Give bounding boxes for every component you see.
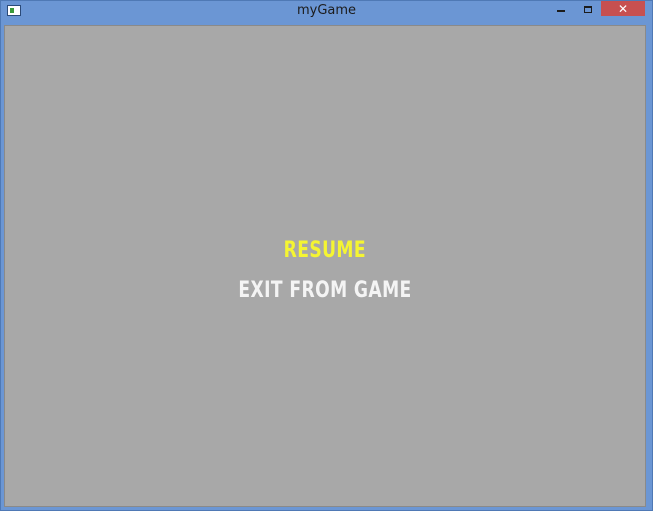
game-canvas: RESUME EXIT FROM GAME <box>4 25 646 507</box>
close-icon: ✕ <box>617 1 629 16</box>
minimize-button[interactable] <box>548 1 574 17</box>
minimize-icon <box>557 10 565 12</box>
pause-menu: RESUME EXIT FROM GAME <box>5 231 645 311</box>
exit-from-game-menu-item[interactable]: EXIT FROM GAME <box>238 271 411 311</box>
resume-menu-item[interactable]: RESUME <box>284 231 366 271</box>
game-window: myGame ✕ RESUME EXIT FROM GAME <box>0 0 653 511</box>
close-button[interactable]: ✕ <box>601 1 645 16</box>
title-bar[interactable]: myGame ✕ <box>1 1 652 23</box>
maximize-icon <box>584 5 592 13</box>
maximize-button[interactable] <box>576 1 600 17</box>
